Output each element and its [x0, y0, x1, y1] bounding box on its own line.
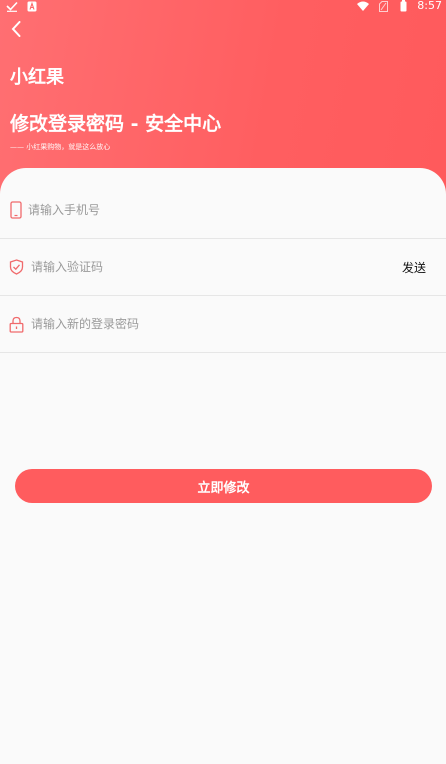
code-input[interactable] [31, 252, 361, 282]
clock: 8:57 [417, 0, 442, 12]
status-bar: 8:57 [0, 0, 446, 14]
battery-icon [397, 0, 409, 12]
sim-icon [377, 0, 389, 12]
app-title: 小红果 [10, 67, 64, 88]
phone-row [0, 182, 446, 239]
a-badge-icon [26, 0, 38, 12]
phone-input[interactable] [28, 195, 368, 225]
check-icon [6, 0, 18, 12]
password-row [0, 296, 446, 353]
code-row: 发送 [0, 239, 446, 296]
form-card: 发送 [0, 168, 446, 764]
slogan: —— 小红果购物，就是这么放心 [10, 143, 111, 151]
chevron-left-icon [11, 21, 21, 41]
new-password-input[interactable] [31, 309, 371, 339]
phone-icon [8, 201, 24, 219]
lock-icon [8, 315, 24, 333]
wifi-icon [357, 0, 370, 12]
shield-check-icon [8, 258, 24, 276]
page-title: 修改登录密码 - 安全中心 [10, 113, 222, 135]
submit-button[interactable]: 立即修改 [15, 469, 432, 503]
back-button[interactable] [6, 20, 26, 42]
send-code-button[interactable]: 发送 [402, 259, 426, 276]
